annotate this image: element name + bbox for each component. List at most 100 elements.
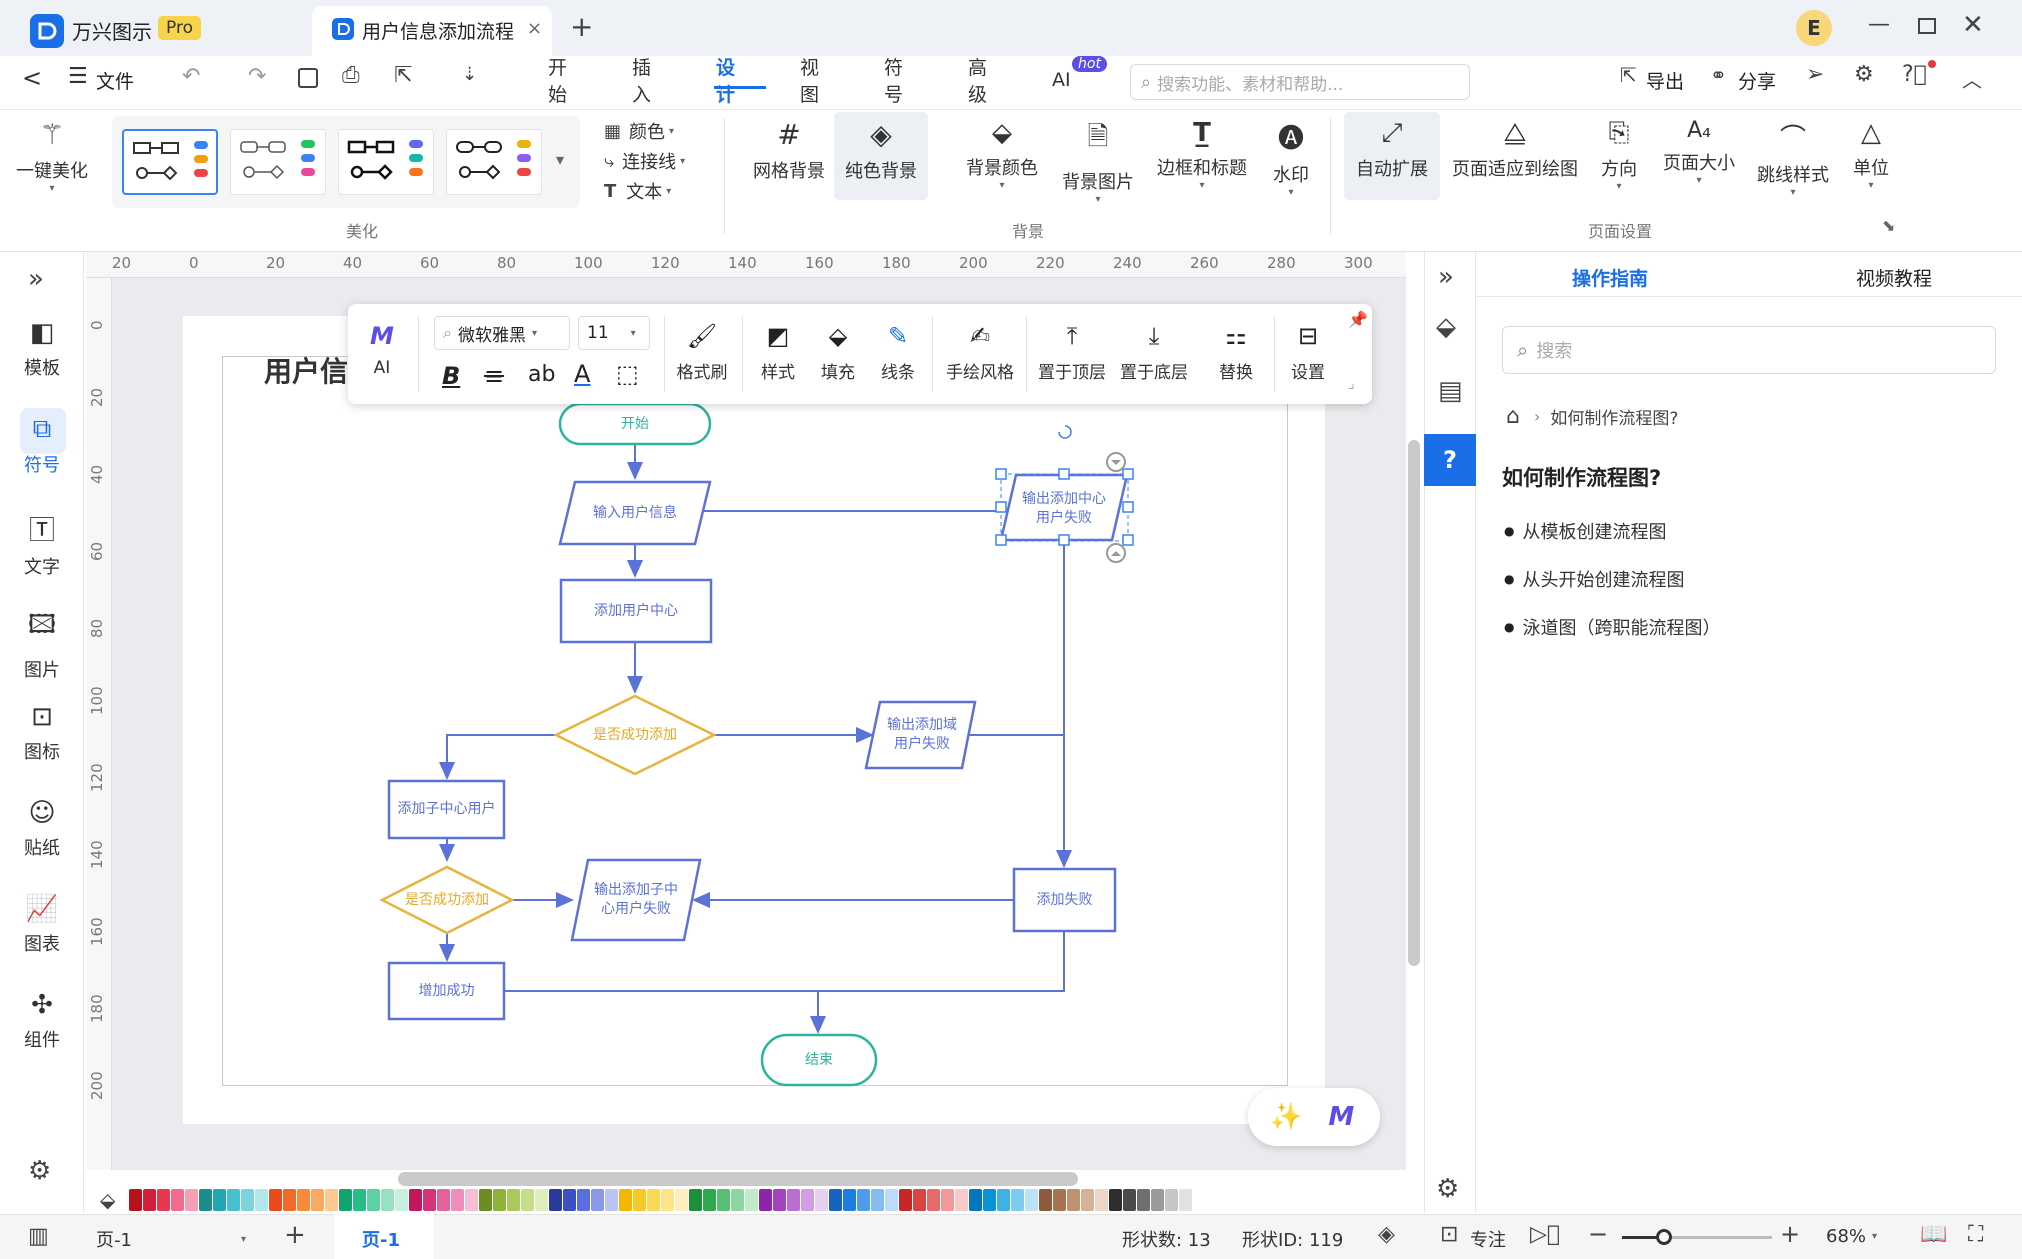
add-sub-center-label[interactable]: 添加子中心用户 (389, 781, 504, 838)
book-view-icon[interactable]: 📖 (1920, 1222, 1947, 1247)
color-swatch[interactable] (605, 1189, 619, 1211)
pin-icon[interactable]: 📌 (1348, 310, 1368, 329)
sparkle-icon[interactable]: ✨ (1270, 1102, 1302, 1132)
color-swatch[interactable] (969, 1189, 983, 1211)
color-swatch[interactable] (885, 1189, 899, 1211)
strikethrough-button[interactable]: ≡ (484, 362, 504, 390)
ai-logo-icon[interactable]: M (1328, 1102, 1354, 1132)
color-swatch[interactable] (367, 1189, 381, 1211)
color-swatch[interactable] (451, 1189, 465, 1211)
settings-button[interactable]: ⊟ 设置 (1286, 322, 1330, 383)
help-link[interactable]: ● 从头开始创建流程图 (1504, 566, 1684, 592)
color-swatch[interactable] (297, 1189, 311, 1211)
help-guide-tab[interactable]: ? (1424, 434, 1476, 486)
text-case-button[interactable]: ab (528, 362, 555, 387)
color-swatch[interactable] (829, 1189, 843, 1211)
zoom-slider[interactable] (1622, 1229, 1772, 1245)
color-swatch[interactable] (171, 1189, 185, 1211)
color-swatch[interactable] (591, 1189, 605, 1211)
color-swatch[interactable] (773, 1189, 787, 1211)
color-swatch[interactable] (927, 1189, 941, 1211)
color-swatch[interactable] (423, 1189, 437, 1211)
font-color-button[interactable]: A (574, 360, 590, 388)
hand-drawn-button[interactable]: ✍ 手绘风格 (944, 322, 1016, 383)
bring-to-front-button[interactable]: ⤒ 置于顶层 (1036, 322, 1108, 383)
color-swatch[interactable] (689, 1189, 703, 1211)
color-swatch[interactable] (129, 1189, 143, 1211)
input-user-label[interactable]: 输入用户信息 (572, 482, 698, 544)
page-properties-icon[interactable]: ▤ (1438, 376, 1463, 406)
color-swatch[interactable] (409, 1189, 423, 1211)
style-button[interactable]: ◩ 样式 (756, 322, 800, 383)
font-family-select[interactable]: ⌕ 微软雅黑 ▾ (434, 316, 570, 350)
ai-format-button[interactable]: M AI (364, 322, 400, 378)
play-icon[interactable]: ▷⃝ (1530, 1222, 1560, 1247)
color-swatch[interactable] (1151, 1189, 1165, 1211)
color-swatch[interactable] (1123, 1189, 1137, 1211)
send-to-back-button[interactable]: ⤓ 置于底层 (1118, 322, 1190, 383)
color-swatch[interactable] (199, 1189, 213, 1211)
output-sub-fail-label[interactable]: 输出添加子中心用户失败 (594, 864, 678, 936)
output-domain-fail-label[interactable]: 输出添加域用户失败 (882, 706, 962, 764)
color-swatch[interactable] (913, 1189, 927, 1211)
decision1-label[interactable]: 是否成功添加 (566, 712, 704, 758)
color-swatch[interactable] (269, 1189, 283, 1211)
fit-screen-icon[interactable]: ⛶ (1968, 1222, 1983, 1247)
color-swatch[interactable] (703, 1189, 717, 1211)
page-panel-icon[interactable]: ▥ (28, 1224, 49, 1249)
output-center-fail-label[interactable]: 输出添加中心用户失败 (1018, 480, 1110, 538)
color-swatch[interactable] (157, 1189, 171, 1211)
help-link[interactable]: ● 从模板创建流程图 (1504, 518, 1666, 544)
bold-button[interactable]: B (442, 362, 460, 390)
focus-mode-icon[interactable]: ⊡ (1440, 1222, 1458, 1247)
color-swatch[interactable] (577, 1189, 591, 1211)
color-swatch[interactable] (1025, 1189, 1039, 1211)
color-swatch[interactable] (619, 1189, 633, 1211)
text-box-format-icon[interactable]: ⬚ (616, 360, 639, 388)
color-swatch[interactable] (955, 1189, 969, 1211)
home-icon[interactable]: ⌂ (1506, 404, 1520, 429)
collapse-panel-icon[interactable]: » (1438, 262, 1454, 292)
color-swatch[interactable] (339, 1189, 353, 1211)
collapse-toolbar-icon[interactable]: ⌟ (1348, 376, 1355, 392)
color-swatch[interactable] (1067, 1189, 1081, 1211)
color-swatch[interactable] (857, 1189, 871, 1211)
color-swatch[interactable] (759, 1189, 773, 1211)
color-swatch[interactable] (1165, 1189, 1179, 1211)
page-select[interactable]: 页-1 ▾ (96, 1226, 246, 1252)
color-swatch[interactable] (1109, 1189, 1123, 1211)
color-swatch[interactable] (787, 1189, 801, 1211)
color-swatch[interactable] (717, 1189, 731, 1211)
fill-bucket-icon[interactable]: ⬙ (100, 1188, 115, 1212)
tab-video[interactable]: 视频教程 (1856, 264, 1932, 291)
focus-button[interactable]: 专注 (1470, 1226, 1506, 1252)
zoom-level-select[interactable]: 68% ▾ (1826, 1226, 1877, 1247)
color-swatch[interactable] (1011, 1189, 1025, 1211)
zoom-in-icon[interactable]: + (1780, 1220, 1800, 1248)
color-swatch[interactable] (479, 1189, 493, 1211)
color-swatch[interactable] (395, 1189, 409, 1211)
color-swatch[interactable] (1095, 1189, 1109, 1211)
color-swatch[interactable] (437, 1189, 451, 1211)
color-swatch[interactable] (801, 1189, 815, 1211)
color-swatch[interactable] (185, 1189, 199, 1211)
color-swatch[interactable] (843, 1189, 857, 1211)
replace-button[interactable]: ⚏ 替换 (1214, 322, 1258, 383)
help-link[interactable]: ● 泳道图（跨职能流程图） (1504, 614, 1720, 640)
color-swatch[interactable] (983, 1189, 997, 1211)
color-swatch[interactable] (997, 1189, 1011, 1211)
color-swatch[interactable] (815, 1189, 829, 1211)
end-label[interactable]: 结束 (762, 1035, 876, 1085)
color-swatch[interactable] (661, 1189, 675, 1211)
add-success-label[interactable]: 增加成功 (389, 963, 504, 1019)
color-swatch[interactable] (521, 1189, 535, 1211)
color-swatch[interactable] (381, 1189, 395, 1211)
add-page-icon[interactable]: + (284, 1220, 306, 1250)
color-swatch[interactable] (213, 1189, 227, 1211)
color-swatch[interactable] (325, 1189, 339, 1211)
color-swatch[interactable] (899, 1189, 913, 1211)
color-swatch[interactable] (353, 1189, 367, 1211)
color-swatch[interactable] (283, 1189, 297, 1211)
color-swatch[interactable] (549, 1189, 563, 1211)
color-swatch[interactable] (507, 1189, 521, 1211)
